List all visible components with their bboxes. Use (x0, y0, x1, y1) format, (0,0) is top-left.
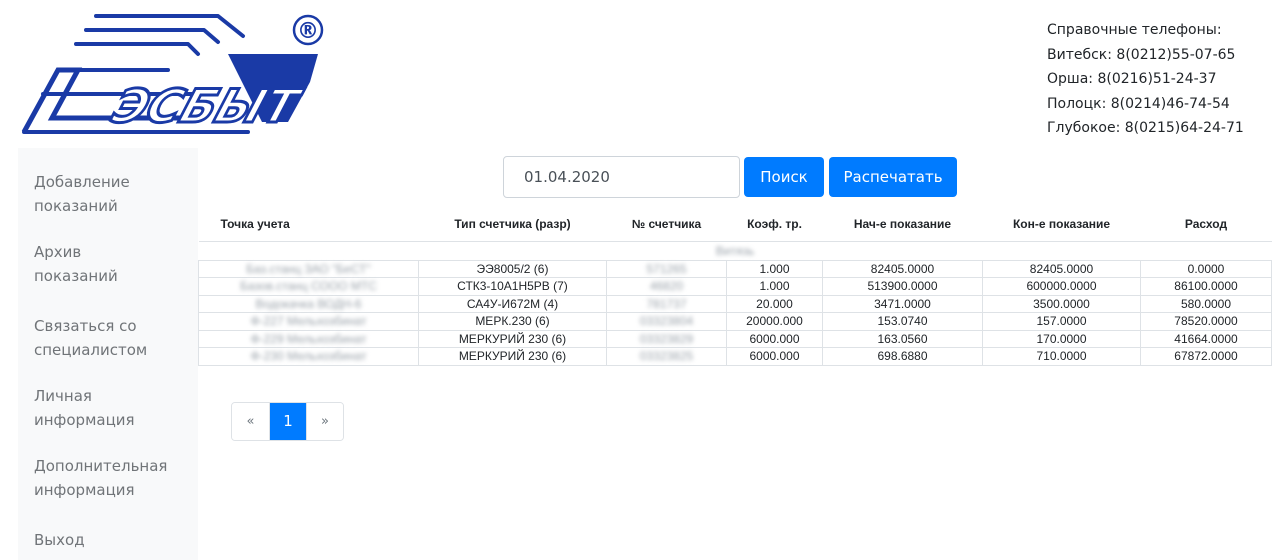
logo-wordmark: ЭСБЫТ (106, 80, 309, 134)
table-row: Водокачка ВОДН-6 СА4У-И672М (4) 781737 2… (198, 294, 1272, 313)
cell-end: 600000.0000 (982, 277, 1141, 296)
sidebar-item-label: Добавление (34, 173, 130, 191)
table-row: Ф-229 Мельхозбинат МЕРКУРИЙ 230 (6) 0332… (198, 329, 1272, 348)
cell-type: ЭЭ8005/2 (6) (418, 259, 607, 278)
sidebar-item-label: показаний (34, 197, 118, 215)
sidebar-item-personal-info[interactable]: Личная информация (18, 384, 151, 432)
phone-glubokoe: Глубокое: 8(0215)64-24-71 (1047, 120, 1244, 136)
col-coefficient: Коэф. тр. (726, 208, 823, 242)
table-row: Базов.станц СООО МТС СТК3-10А1Н5РВ (7) 4… (198, 277, 1272, 296)
cell-coef: 6000.000 (726, 329, 823, 348)
readings-table: Точка учета Тип счетчика (разр) № счетчи… (198, 208, 1272, 366)
cell-end: 82405.0000 (982, 259, 1141, 278)
sidebar-item-logout[interactable]: Выход (18, 528, 101, 552)
cell-number: 571265 (606, 259, 727, 278)
phone-polotsk: Полоцк: 8(0214)46-74-54 (1047, 95, 1230, 112)
sidebar-item-readings-archive[interactable]: Архив показаний (18, 240, 134, 288)
col-usage: Расход (1140, 208, 1272, 242)
date-input[interactable] (503, 156, 740, 198)
cell-type: МЕРК.230 (6) (418, 312, 607, 331)
cell-number: 03323825 (606, 347, 727, 366)
cell-type: МЕРКУРИЙ 230 (6) (418, 329, 607, 348)
col-metering-point: Точка учета (198, 208, 419, 242)
cell-end: 3500.0000 (982, 294, 1141, 313)
cell-point: Ф-229 Мельхозбинат (198, 329, 419, 348)
table-row: Ф-230 Мельхозбинат МЕРКУРИЙ 230 (6) 0332… (198, 347, 1272, 366)
cell-end: 710.0000 (982, 347, 1141, 366)
pagination-next-button[interactable]: » (306, 403, 343, 440)
sidebar-item-label: специалистом (34, 341, 148, 359)
cell-start: 698.6880 (822, 347, 983, 366)
company-logo: ЭСБЫТ ® (18, 10, 338, 140)
table-row: Баз.станц ЗАО "БеСТ" ЭЭ8005/2 (6) 571265… (198, 259, 1272, 278)
cell-usage: 0.0000 (1140, 259, 1272, 278)
sidebar-item-label: Архив (34, 243, 82, 261)
sidebar-item-label: Выход (34, 531, 85, 549)
table-header-row: Точка учета Тип счетчика (разр) № счетчи… (198, 208, 1272, 242)
sidebar-item-label: Связаться со (34, 317, 137, 335)
cell-number: 03323804 (606, 312, 727, 331)
table-row: Ф-227 Мельхозбинат МЕРК.230 (6) 03323804… (198, 312, 1272, 331)
cell-usage: 41664.0000 (1140, 329, 1272, 348)
cell-usage: 86100.0000 (1140, 277, 1272, 296)
cell-coef: 20.000 (726, 294, 823, 313)
col-start-reading: Нач-е показание (822, 208, 983, 242)
cell-coef: 20000.000 (726, 312, 823, 331)
cell-type: СА4У-И672М (4) (418, 294, 607, 313)
cell-start: 153.0740 (822, 312, 983, 331)
sidebar-nav: Добавление показаний Архив показаний Свя… (18, 148, 198, 560)
cell-start: 163.0560 (822, 329, 983, 348)
sidebar-item-label: информация (34, 481, 135, 499)
cell-end: 170.0000 (982, 329, 1141, 348)
pagination-prev-button[interactable]: « (232, 403, 269, 440)
cell-number: 03323829 (606, 329, 727, 348)
search-button[interactable]: Поиск (744, 157, 824, 197)
sidebar-item-label: Дополнительная (34, 457, 168, 475)
pagination: « 1 » (231, 402, 344, 441)
phone-orsha: Орша: 8(0216)51-24-37 (1047, 71, 1217, 87)
sidebar-item-label: информация (34, 411, 135, 429)
contacts-title: Справочные телефоны: (1047, 22, 1222, 38)
group-label: Витязь (198, 240, 1272, 261)
sidebar-item-label: показаний (34, 267, 118, 285)
phone-vitebsk: Витебск: 8(0212)55-07-65 (1047, 46, 1236, 63)
cell-usage: 580.0000 (1140, 294, 1272, 313)
cell-usage: 67872.0000 (1140, 347, 1272, 366)
pagination-page-1[interactable]: 1 (269, 403, 306, 440)
sidebar-item-label: Личная (34, 387, 92, 405)
sidebar-item-additional-info[interactable]: Дополнительная информация (18, 454, 183, 502)
cell-point: Водокачка ВОДН-6 (198, 294, 419, 313)
cell-point: Базов.станц СООО МТС (198, 277, 419, 296)
col-meter-number: № счетчика (606, 208, 727, 242)
cell-number: 781737 (606, 294, 727, 313)
col-meter-type: Тип счетчика (разр) (418, 208, 607, 242)
cell-number: 46820 (606, 277, 727, 296)
print-button[interactable]: Распечатать (829, 157, 957, 197)
contact-phones: Справочные телефоны: Витебск: 8(0212)55-… (1047, 18, 1244, 141)
cell-point: Баз.станц ЗАО "БеСТ" (198, 259, 419, 278)
cell-point: Ф-230 Мельхозбинат (198, 347, 419, 366)
col-end-reading: Кон-е показание (982, 208, 1141, 242)
cell-point: Ф-227 Мельхозбинат (198, 312, 419, 331)
cell-usage: 78520.0000 (1140, 312, 1272, 331)
cell-type: СТК3-10А1Н5РВ (7) (418, 277, 607, 296)
cell-end: 157.0000 (982, 312, 1141, 331)
cell-start: 513900.0000 (822, 277, 983, 296)
cell-start: 82405.0000 (822, 259, 983, 278)
sidebar-item-contact-specialist[interactable]: Связаться со специалистом (18, 314, 163, 362)
registered-mark: ® (297, 19, 319, 44)
cell-coef: 1.000 (726, 277, 823, 296)
cell-coef: 1.000 (726, 259, 823, 278)
cell-coef: 6000.000 (726, 347, 823, 366)
cell-start: 3471.0000 (822, 294, 983, 313)
sidebar-item-add-readings[interactable]: Добавление показаний (18, 170, 146, 218)
cell-type: МЕРКУРИЙ 230 (6) (418, 347, 607, 366)
table-group-row: Витязь (198, 240, 1272, 261)
